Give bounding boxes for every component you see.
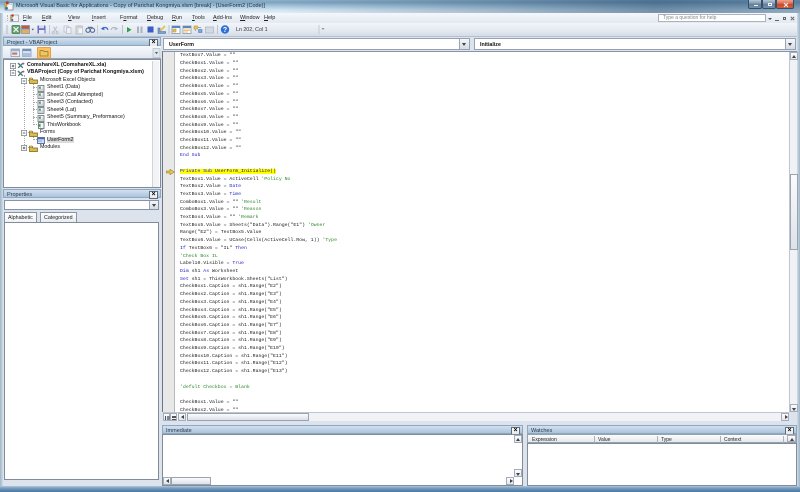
svg-text:?: ? <box>223 27 227 34</box>
